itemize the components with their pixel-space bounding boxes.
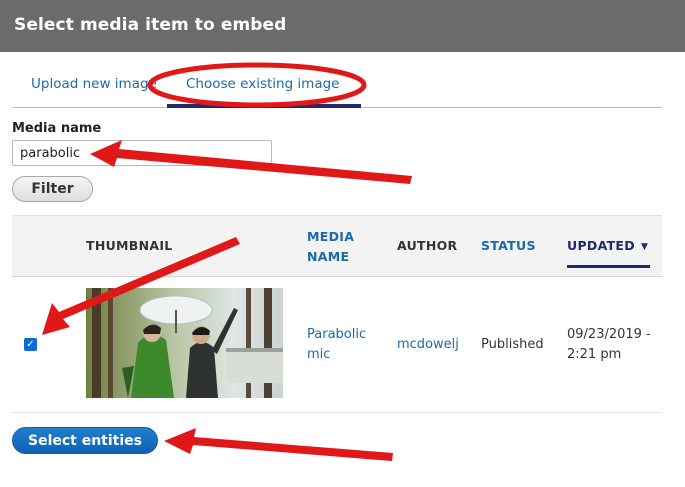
table-row: ✓ Parabolic mic mcdowelj Published 09/23… [12, 277, 662, 413]
tab-choose-existing-image[interactable]: Choose existing image [186, 76, 339, 92]
status-text: Published [481, 337, 544, 352]
thumbnail-photo [86, 288, 283, 398]
dialog-titlebar: Select media item to embed [0, 0, 685, 52]
media-name-label: Media name [12, 121, 102, 136]
thumbnail-image [86, 288, 283, 398]
column-header-updated[interactable]: UPDATED ▼ [567, 236, 648, 257]
column-header-media-name[interactable]: MEDIA NAME [307, 227, 367, 267]
select-entities-button[interactable]: Select entities [12, 427, 158, 454]
checkmark-icon: ✓ [26, 339, 35, 350]
active-tab-indicator [167, 104, 361, 108]
annotation-arrow-select-button [164, 428, 393, 461]
sorted-column-indicator [567, 265, 650, 268]
media-name-link[interactable]: Parabolic mic [307, 325, 377, 365]
column-header-status[interactable]: STATUS [481, 236, 536, 256]
media-name-input[interactable] [12, 140, 272, 166]
sort-desc-icon: ▼ [640, 242, 649, 252]
filter-button[interactable]: Filter [12, 176, 93, 202]
row-select-checkbox[interactable]: ✓ [24, 338, 37, 351]
column-header-author: AUTHOR [397, 238, 458, 253]
dialog-title: Select media item to embed [14, 15, 287, 35]
tab-bar: Upload new image Choose existing image [12, 63, 662, 108]
column-header-updated-label: UPDATED [567, 238, 635, 253]
tab-upload-new-image[interactable]: Upload new image [31, 76, 157, 92]
author-link[interactable]: mcdowelj [397, 335, 459, 355]
column-header-thumbnail: THUMBNAIL [86, 238, 173, 253]
table-header: THUMBNAIL MEDIA NAME AUTHOR STATUS UPDAT… [12, 215, 662, 277]
updated-timestamp: 09/23/2019 - 2:21 pm [567, 327, 651, 362]
